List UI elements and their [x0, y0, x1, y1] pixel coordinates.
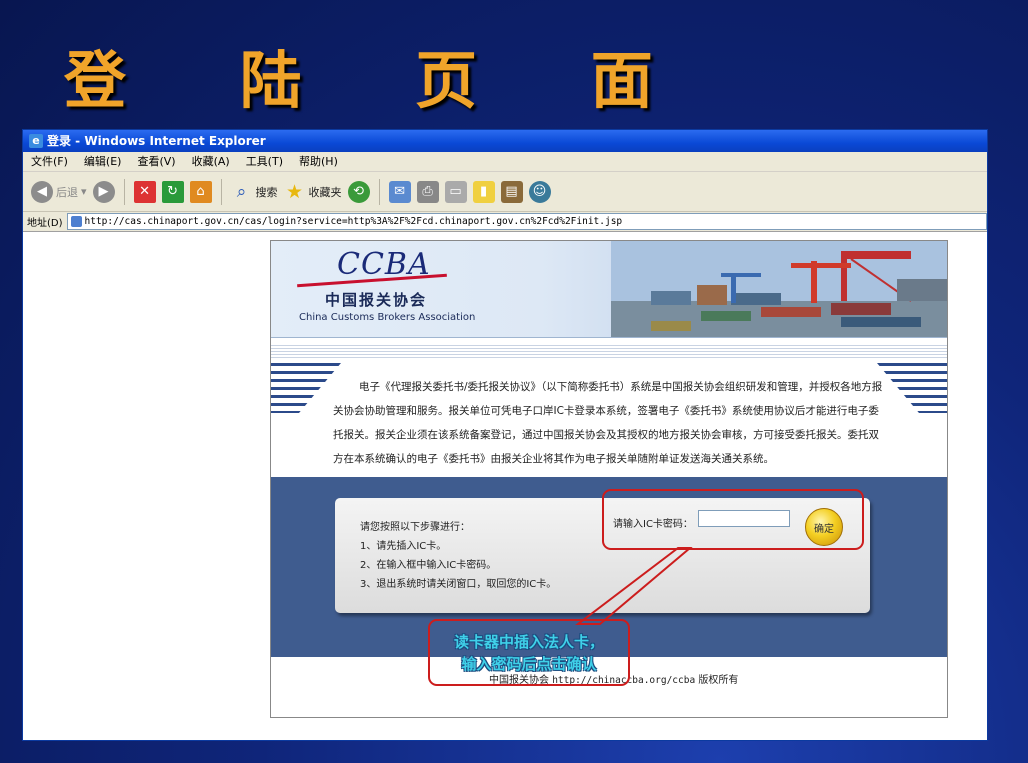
intro-text: 电子《代理报关委托书/委托报关协议》（以下简称委托书）系统是中国报关协会组织研发…	[333, 381, 883, 465]
refresh-icon[interactable]: ↻	[161, 180, 184, 203]
favorites-button[interactable]: ★ 收藏夹	[284, 181, 342, 203]
callout-line-2: 输入密码后点击确认	[461, 654, 597, 673]
back-button[interactable]: ◀ 后退 ▾	[31, 180, 87, 203]
mail-icon[interactable]: ✉	[388, 180, 411, 203]
history-icon[interactable]: ⟲	[347, 180, 370, 203]
ie-icon: e	[29, 134, 43, 148]
steps-title: 请您按照以下步骤进行：	[360, 522, 470, 533]
menu-file[interactable]: 文件(F)	[31, 152, 68, 171]
home-icon[interactable]: ⌂	[189, 180, 212, 203]
back-arrow-icon: ◀	[31, 180, 53, 203]
banner: CCBA 中国报关协会 China Customs Brokers Associ…	[271, 241, 947, 338]
search-label: 搜索	[255, 185, 278, 199]
star-icon: ★	[286, 180, 304, 203]
menu-view[interactable]: 查看(V)	[137, 152, 175, 171]
back-label: 后退	[56, 185, 78, 199]
slide-title: 登 陆 页 面	[64, 44, 699, 117]
org-name-en: China Customs Brokers Association	[299, 312, 476, 323]
address-label: 地址(D)	[27, 218, 63, 229]
decor-lines-left	[271, 363, 341, 413]
step-2: 2、在输入框中输入IC卡密码。	[360, 560, 497, 571]
password-callout-box	[602, 489, 864, 550]
steps-list: 请您按照以下步骤进行： 1、请先插入IC卡。 2、在输入框中输入IC卡密码。 3…	[360, 518, 556, 594]
step-3: 3、退出系统时请关闭窗口，取回您的IC卡。	[360, 579, 557, 590]
instruction-callout: 读卡器中插入法人卡， 输入密码后点击确认	[428, 619, 630, 686]
messenger-icon[interactable]: ☺	[528, 180, 551, 203]
note-icon[interactable]: ▮	[472, 180, 495, 203]
footer-rights: 版权所有	[698, 675, 739, 686]
org-name-cn: 中国报关协会	[325, 291, 428, 309]
menu-help[interactable]: 帮助(H)	[299, 152, 338, 171]
browser-toolbar: ◀ 后退 ▾ ▶ ✕ ↻ ⌂ ⌕ 搜索 ★ 收藏夹 ⟲ ✉ ⎙ ▭ ▮ ▤ ☺	[23, 172, 987, 212]
window-title: 登录 - Windows Internet Explorer	[47, 134, 266, 148]
forward-arrow-icon[interactable]: ▶	[92, 180, 115, 203]
print-icon[interactable]: ⎙	[416, 180, 439, 203]
search-icon: ⌕	[236, 181, 247, 202]
stop-icon[interactable]: ✕	[133, 180, 156, 203]
menu-bar: 文件(F) 编辑(E) 查看(V) 收藏(A) 工具(T) 帮助(H)	[23, 152, 987, 172]
url-text: http://cas.chinaport.gov.cn/cas/login?se…	[84, 216, 623, 227]
callout-line-1: 读卡器中插入法人卡，	[453, 632, 604, 651]
divider-stripes	[271, 345, 947, 359]
intro-section: 电子《代理报关委托书/委托报关协议》（以下简称委托书）系统是中国报关协会组织研发…	[271, 359, 947, 477]
research-icon[interactable]: ▤	[500, 180, 523, 203]
page-icon	[70, 216, 82, 227]
window-titlebar: e 登录 - Windows Internet Explorer	[23, 130, 987, 152]
menu-tools[interactable]: 工具(T)	[246, 152, 283, 171]
address-bar: 地址(D) http://cas.chinaport.gov.cn/cas/lo…	[23, 212, 987, 232]
menu-edit[interactable]: 编辑(E)	[84, 152, 122, 171]
step-1: 1、请先插入IC卡。	[360, 541, 447, 552]
port-image	[611, 241, 947, 337]
search-button[interactable]: ⌕ 搜索	[231, 181, 278, 203]
menu-favorites[interactable]: 收藏(A)	[192, 152, 230, 171]
favorites-label: 收藏夹	[308, 185, 342, 199]
url-field[interactable]: http://cas.chinaport.gov.cn/cas/login?se…	[66, 213, 987, 230]
edit-icon[interactable]: ▭	[444, 180, 467, 203]
